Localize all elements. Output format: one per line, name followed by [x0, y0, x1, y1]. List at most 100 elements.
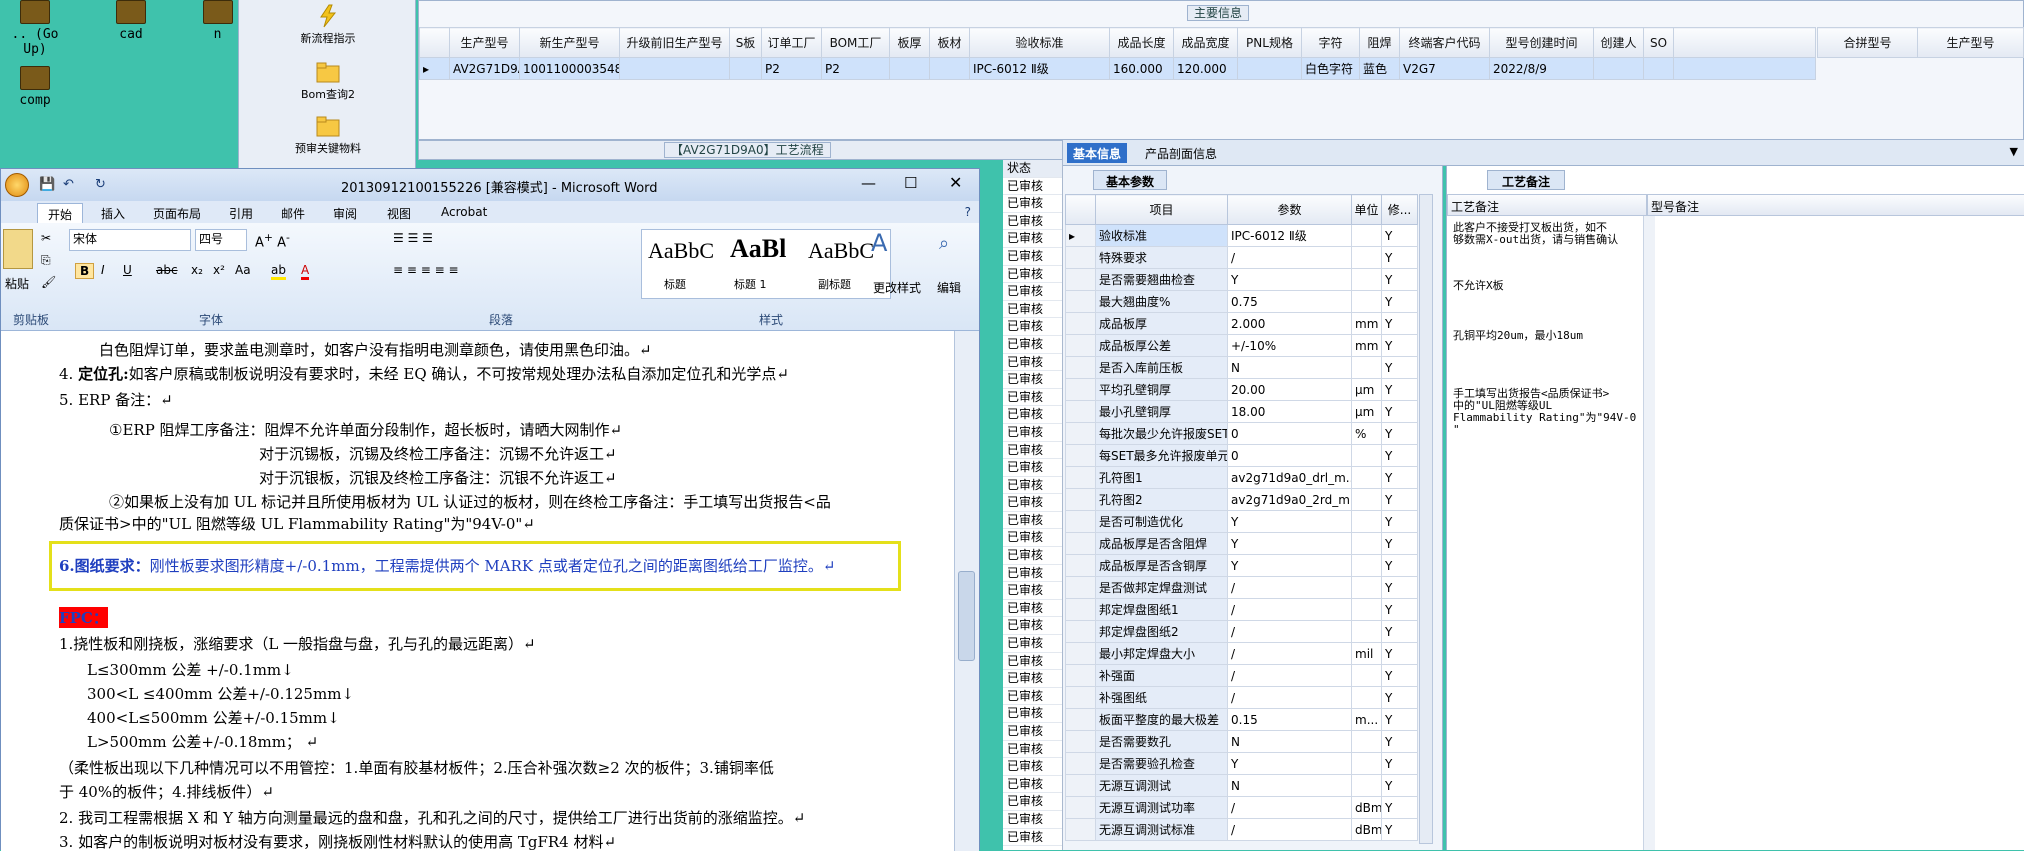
param-value[interactable]: Y [1381, 818, 1418, 841]
status-cell[interactable]: 已审核 [1003, 758, 1062, 776]
table-row[interactable]: 无源互调测试功率 / dBm Y [1065, 796, 1418, 819]
scrollbar-thumb[interactable] [958, 571, 975, 661]
italic-button[interactable]: I [101, 263, 105, 277]
cut-icon[interactable]: ✂ [41, 231, 51, 245]
param-value[interactable]: 0.75 [1227, 290, 1352, 313]
param-name[interactable]: 是否需要数孔 [1095, 730, 1228, 753]
desktop-icon-comp[interactable]: comp [0, 66, 70, 108]
tab-acrobat[interactable]: Acrobat [431, 203, 497, 221]
param-value[interactable]: Y [1227, 752, 1352, 775]
param-value[interactable]: mm [1351, 334, 1382, 357]
col-header[interactable]: 字符 [1301, 27, 1360, 58]
param-value[interactable]: Y [1227, 268, 1352, 291]
table-cell[interactable]: IPC-6012 Ⅱ级 [969, 57, 1110, 80]
col-header[interactable]: 项目 [1095, 194, 1228, 225]
table-cell[interactable]: 2022/8/9 [1489, 57, 1594, 80]
table-row[interactable]: 成品板厚公差 +/-10% mm Y [1065, 334, 1418, 357]
param-value[interactable]: / [1227, 576, 1352, 599]
status-cell[interactable]: 已审核 [1003, 529, 1062, 548]
strikethrough-button[interactable]: abc [156, 263, 178, 277]
param-value[interactable] [1351, 730, 1382, 753]
param-name[interactable]: 邦定焊盘图纸2 [1095, 620, 1228, 643]
param-value[interactable]: mil [1351, 642, 1382, 665]
param-value[interactable]: Y [1381, 466, 1418, 489]
table-row[interactable]: ▸ AV2G71D9A0 10011000035480 P2 P2 IPC-60… [419, 57, 1816, 80]
col-header[interactable]: 创建人 [1593, 27, 1644, 58]
param-value[interactable]: av2g71d9a0_2rd_m... [1227, 488, 1352, 511]
param-name[interactable]: 是否入库前压板 [1095, 356, 1228, 379]
param-value[interactable]: N [1227, 730, 1352, 753]
status-cell[interactable]: 已审核 [1003, 600, 1062, 618]
param-value[interactable]: 2.000 [1227, 312, 1352, 335]
param-value[interactable]: Y [1381, 620, 1418, 643]
col-header[interactable]: 参数 [1227, 194, 1352, 225]
undo-icon[interactable]: ↶ [63, 177, 74, 192]
status-cell[interactable]: 已审核 [1003, 230, 1062, 248]
table-cell[interactable]: 蓝色 [1359, 57, 1400, 80]
col-header[interactable]: 生产型号 [449, 27, 520, 58]
status-cell[interactable]: 已审核 [1003, 705, 1062, 723]
params-scrollbar[interactable] [1419, 194, 1433, 844]
table-row[interactable]: 成品板厚是否含阻焊 Y Y [1065, 532, 1418, 555]
param-value[interactable]: Y [1227, 510, 1352, 533]
param-name[interactable]: 板面平整度的最大极差 [1095, 708, 1228, 731]
status-cell[interactable]: 已审核 [1003, 354, 1062, 372]
tab-mailings[interactable]: 邮件 [271, 203, 315, 224]
table-row[interactable]: 邦定焊盘图纸1/ Y [1065, 598, 1418, 621]
table-row[interactable]: ▸ 验收标准 IPC-6012 Ⅱ级 Y [1065, 224, 1418, 247]
tab-view[interactable]: 视图 [377, 203, 421, 224]
highlight-icon[interactable]: ab [271, 263, 286, 280]
param-value[interactable]: Y [1381, 708, 1418, 731]
param-value[interactable]: Y [1381, 224, 1418, 247]
param-value[interactable]: IPC-6012 Ⅱ级 [1227, 224, 1352, 247]
param-value[interactable]: 18.00 [1227, 400, 1352, 423]
help-icon[interactable]: ? [965, 205, 971, 219]
table-row[interactable]: 最小孔壁铜厚 18.00 μm Y [1065, 400, 1418, 423]
table-row[interactable]: 无源互调测试标准 / dBm Y [1065, 818, 1418, 841]
param-value[interactable] [1351, 246, 1382, 269]
status-cell[interactable]: 已审核 [1003, 653, 1062, 671]
param-value[interactable]: 0.15 [1227, 708, 1352, 731]
table-cell[interactable]: P2 [821, 57, 890, 80]
param-value[interactable]: Y [1381, 774, 1418, 797]
status-cell[interactable]: 已审核 [1003, 283, 1062, 301]
col-header[interactable]: 新生产型号 [519, 27, 620, 58]
status-cell[interactable]: 已审核 [1003, 776, 1062, 794]
param-value[interactable] [1351, 268, 1382, 291]
status-cell[interactable]: 已审核 [1003, 301, 1062, 319]
change-case-button[interactable]: Aa [235, 263, 251, 277]
menu-new-flow[interactable]: 新流程指示 [239, 4, 417, 46]
bold-button[interactable]: B [75, 263, 95, 279]
param-value[interactable]: Y [1381, 400, 1418, 423]
status-cell[interactable]: 已审核 [1003, 195, 1062, 213]
param-name[interactable]: 平均孔壁铜厚 [1095, 378, 1228, 401]
param-value[interactable]: 20.00 [1227, 378, 1352, 401]
font-name-select[interactable]: 宋体 [69, 229, 191, 251]
menu-bom-query[interactable]: Bom查询2 [239, 60, 417, 102]
param-name[interactable]: 成品板厚公差 [1095, 334, 1228, 357]
table-row[interactable]: 补强图纸 / Y [1065, 686, 1418, 709]
param-value[interactable]: Y [1381, 686, 1418, 709]
paste-icon[interactable] [3, 229, 33, 269]
table-row[interactable]: 每批次最少允许报废SET 0% Y [1065, 422, 1418, 445]
col-header[interactable]: S板 [729, 27, 762, 58]
status-cell[interactable]: 已审核 [1003, 723, 1062, 741]
param-name[interactable]: 是否需要翘曲检查 [1095, 268, 1228, 291]
param-name[interactable]: 验收标准 [1095, 224, 1228, 247]
table-row[interactable]: 平均孔壁铜厚 20.00 μm Y [1065, 378, 1418, 401]
table-row[interactable]: 是否可制造优化 Y Y [1065, 510, 1418, 533]
param-value[interactable] [1351, 664, 1382, 687]
param-name[interactable]: 成品板厚是否含阻焊 [1095, 532, 1228, 555]
param-name[interactable]: 最大翘曲度% [1095, 290, 1228, 313]
status-cell[interactable]: 已审核 [1003, 670, 1062, 688]
menu-pre-review[interactable]: 预审关键物料 [239, 114, 417, 156]
table-row[interactable]: 无源互调测试 N Y [1065, 774, 1418, 797]
col-header[interactable]: BOM工厂 [821, 27, 890, 58]
status-cell[interactable]: 已审核 [1003, 371, 1062, 389]
param-value[interactable]: Y [1227, 532, 1352, 555]
find-icon[interactable]: ⌕ [939, 233, 949, 254]
tab-profile-info[interactable]: 产品剖面信息 [1139, 143, 1223, 163]
param-name[interactable]: 补强图纸 [1095, 686, 1228, 709]
subscript-button[interactable]: x₂ [191, 263, 203, 277]
status-cell[interactable]: 已审核 [1003, 389, 1062, 407]
